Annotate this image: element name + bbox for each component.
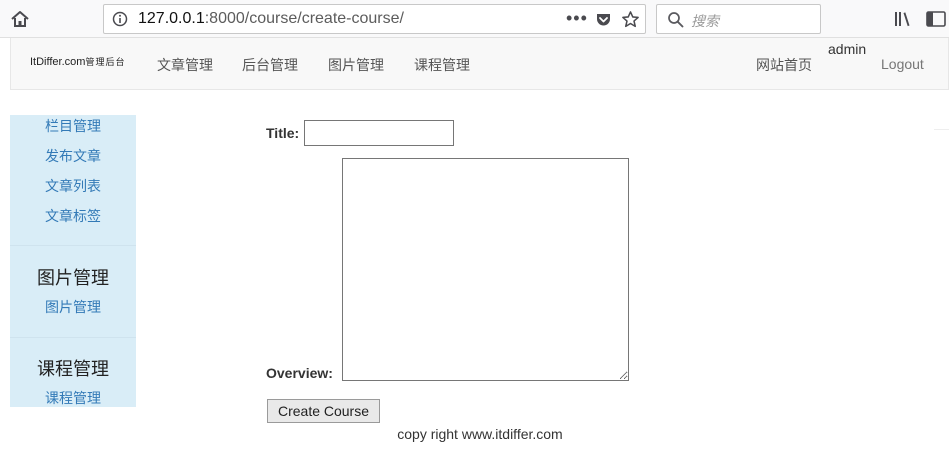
url-text[interactable]: 127.0.0.1:8000/course/create-course/ bbox=[138, 10, 404, 28]
nav-item-site-home[interactable]: 网站首页 bbox=[756, 55, 812, 75]
home-icon[interactable] bbox=[9, 8, 31, 30]
menu-item-columns[interactable]: 栏目管理 bbox=[10, 116, 136, 136]
library-icon[interactable] bbox=[893, 9, 915, 29]
menu-heading-images: 图片管理 bbox=[37, 268, 109, 288]
nav-item-articles[interactable]: 文章管理 bbox=[157, 55, 213, 75]
sidebar-toggle-icon[interactable] bbox=[925, 9, 947, 29]
menu-item-article-tags[interactable]: 文章标签 bbox=[10, 206, 136, 226]
menu-heading-courses: 课程管理 bbox=[37, 359, 109, 379]
bookmark-star-icon[interactable] bbox=[621, 10, 640, 29]
menu-item-publish-article[interactable]: 发布文章 bbox=[10, 146, 136, 166]
browser-toolbar: 127.0.0.1:8000/course/create-course/ •••… bbox=[0, 0, 949, 38]
search-bar[interactable]: 搜索 bbox=[656, 4, 821, 34]
site-navbar: ItDiffer.com管理后台 文章管理 后台管理 图片管理 课程管理 网站首… bbox=[10, 38, 949, 90]
nav-item-images[interactable]: 图片管理 bbox=[328, 55, 384, 75]
brand-subtitle: 管理后台 bbox=[85, 58, 126, 68]
nav-item-admin[interactable]: 后台管理 bbox=[242, 55, 298, 75]
nav-item-courses[interactable]: 课程管理 bbox=[414, 55, 470, 75]
url-host: 127.0.0.1 bbox=[138, 10, 205, 27]
brand-logo[interactable]: ItDiffer.com管理后台 bbox=[30, 55, 125, 68]
menu-item-courses[interactable]: 课程管理 bbox=[10, 388, 136, 408]
menu-divider bbox=[10, 337, 136, 338]
menu-item-article-list[interactable]: 文章列表 bbox=[10, 176, 136, 196]
title-input[interactable] bbox=[304, 120, 454, 146]
divider bbox=[934, 129, 949, 130]
pocket-icon[interactable] bbox=[595, 11, 612, 28]
url-bar[interactable]: 127.0.0.1:8000/course/create-course/ ••• bbox=[103, 4, 646, 34]
menu-item-images[interactable]: 图片管理 bbox=[10, 297, 136, 317]
left-menu: 栏目管理 发布文章 文章列表 文章标签 图片管理 图片管理 课程管理 课程管理 bbox=[10, 115, 136, 407]
title-label: Title: bbox=[266, 125, 300, 141]
search-placeholder: 搜索 bbox=[691, 13, 719, 29]
current-user: admin bbox=[828, 41, 867, 57]
brand-text: ItDiffer.com bbox=[30, 56, 86, 68]
create-course-button[interactable]: Create Course bbox=[267, 399, 380, 423]
overview-label: Overview: bbox=[266, 365, 333, 381]
url-path: :8000/course/create-course/ bbox=[204, 10, 404, 27]
logout-link[interactable]: Logout bbox=[881, 56, 924, 72]
footer-copyright: copy right www.itdiffer.com bbox=[397, 426, 563, 442]
overview-textarea[interactable] bbox=[342, 158, 629, 381]
search-icon bbox=[668, 12, 684, 28]
page-actions-icon[interactable]: ••• bbox=[566, 8, 588, 29]
info-icon[interactable] bbox=[112, 11, 128, 27]
menu-divider bbox=[10, 245, 136, 246]
